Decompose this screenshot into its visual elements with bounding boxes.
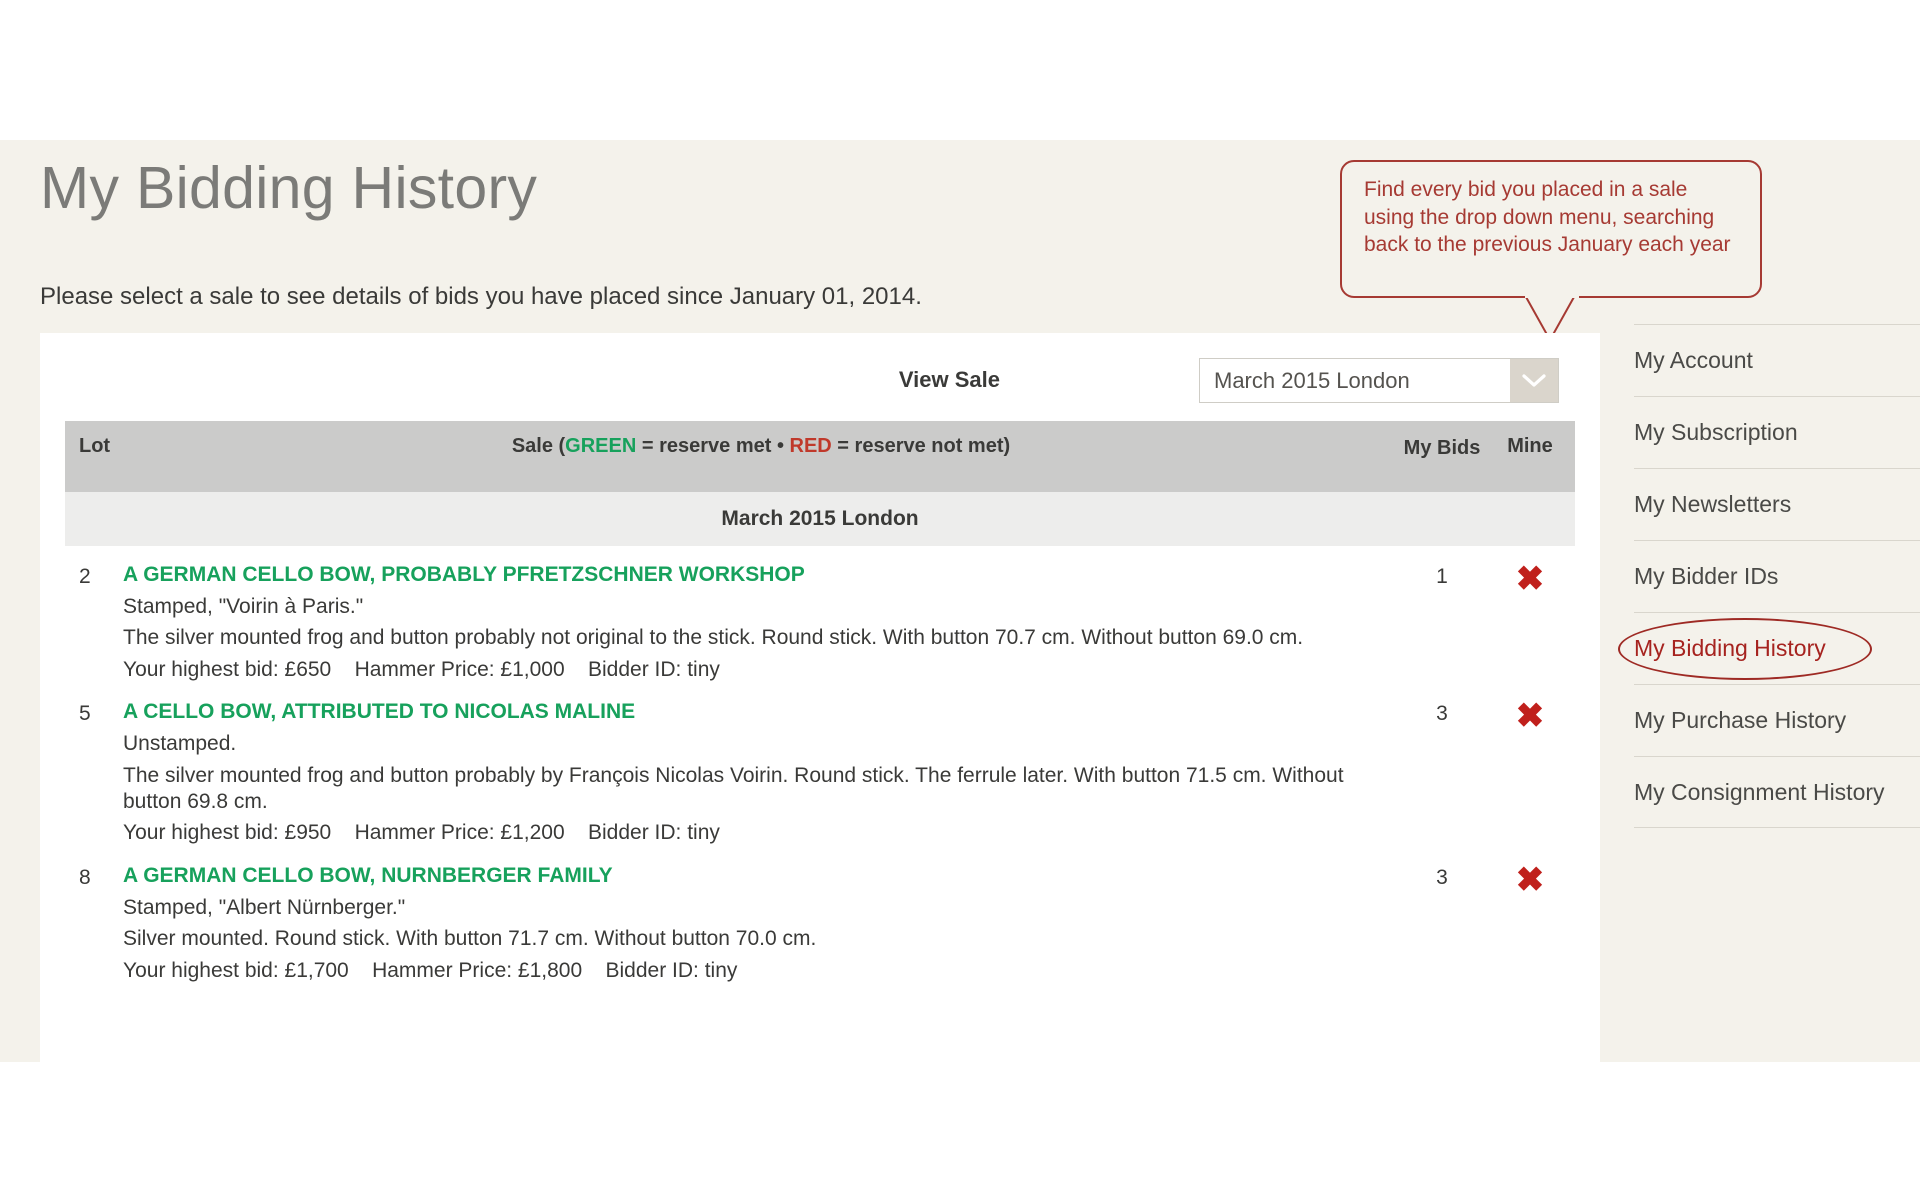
sidebar-item-label: My Bidding History (1634, 635, 1826, 661)
lot-stamp-text: Unstamped. (123, 732, 237, 756)
sidebar-item-my-newsletters[interactable]: My Newsletters (1634, 468, 1920, 540)
sale-header-mid: = reserve met • (636, 435, 790, 457)
lot-mine-cell: ✖ (1485, 699, 1575, 847)
lot-my-bids-count: 3 (1436, 865, 1448, 889)
x-mark-icon: ✖ (1515, 560, 1545, 598)
lot-mine-cell: ✖ (1485, 562, 1575, 683)
chevron-down-icon[interactable] (1510, 359, 1558, 402)
column-header-sale: Sale (GREEN = reserve met • RED = reserv… (123, 421, 1399, 492)
lot-bid-summary: Your highest bid: £1,700 Hammer Price: £… (123, 958, 738, 982)
sale-header-red-word: RED (789, 435, 832, 457)
sale-header-green-word: GREEN (565, 435, 637, 457)
sidebar-item-my-consignment-history[interactable]: My Consignment History (1634, 756, 1920, 828)
sidebar-item-my-subscription[interactable]: My Subscription (1634, 396, 1920, 468)
table-header-row: Lot Sale (GREEN = reserve met • RED = re… (65, 421, 1575, 492)
sale-header-suffix: = reserve not met) (831, 435, 1011, 457)
sidebar-item-my-bidding-history[interactable]: My Bidding History (1618, 612, 1920, 684)
sidebar-item-label: My Newsletters (1634, 491, 1792, 517)
sidebar-item-my-account[interactable]: My Account (1634, 324, 1920, 396)
lot-stamp-text: Stamped, "Albert Nürnberger." (123, 895, 406, 919)
view-sale-label: View Sale (898, 367, 1000, 392)
x-mark-icon: ✖ (1515, 697, 1545, 736)
lot-title-link[interactable]: A CELLO BOW, ATTRIBUTED TO NICOLAS MALIN… (123, 699, 1369, 726)
column-header-lot: Lot (79, 435, 111, 457)
lot-description-text: The silver mounted frog and button proba… (123, 626, 1304, 650)
lot-number: 8 (79, 865, 91, 889)
page-title: My Bidding History (40, 155, 538, 221)
lot-title-link[interactable]: A GERMAN CELLO BOW, NURNBERGER FAMILY (123, 863, 1369, 890)
lot-details: A CELLO BOW, ATTRIBUTED TO NICOLAS MALIN… (123, 699, 1399, 847)
lot-my-bids-count: 3 (1436, 702, 1448, 726)
view-sale-dropdown-value: March 2015 London (1214, 367, 1410, 393)
column-header-mine: Mine (1507, 435, 1553, 457)
sidebar-item-label: My Consignment History (1634, 778, 1885, 805)
sidebar-item-label: My Purchase History (1634, 707, 1847, 733)
sidebar-item-my-bidder-ids[interactable]: My Bidder IDs (1634, 540, 1920, 612)
sidebar-item-my-purchase-history[interactable]: My Purchase History (1634, 684, 1920, 756)
intro-instruction-text: Please select a sale to see details of b… (40, 283, 922, 310)
table-row: 8 A GERMAN CELLO BOW, NURNBERGER FAMILY St… (65, 846, 1575, 985)
lot-my-bids-count: 1 (1436, 565, 1448, 588)
annotation-callout: Find every bid you placed in a sale usin… (1340, 160, 1762, 298)
chevron-down-glyph (1522, 373, 1546, 387)
lot-description-text: The silver mounted frog and button proba… (123, 763, 1344, 814)
column-header-my-bids: My Bids (1403, 437, 1481, 459)
table-row: 2 A GERMAN CELLO BOW, PROBABLY PFRETZSCHN… (65, 546, 1575, 684)
annotation-callout-text: Find every bid you placed in a sale usin… (1364, 178, 1731, 257)
lot-bid-summary: Your highest bid: £650 Hammer Price: £1,… (123, 657, 720, 681)
table-row: 5 A CELLO BOW, ATTRIBUTED TO NICOLAS MALI… (65, 683, 1575, 847)
lot-stamp-text: Stamped, "Voirin à Paris." (123, 594, 364, 618)
sale-header-prefix: Sale ( (511, 435, 566, 457)
main-content-card: View Sale March 2015 London Lot Sale (GR… (40, 333, 1600, 1062)
account-sidebar-nav: My Account My Subscription My Newsletters M… (1618, 324, 1920, 828)
sidebar-item-label: My Subscription (1634, 419, 1798, 445)
lot-bid-summary: Your highest bid: £950 Hammer Price: £1,… (123, 821, 720, 845)
lot-details: A GERMAN CELLO BOW, PROBABLY PFRETZSCHNE… (123, 562, 1399, 683)
bidding-history-table: Lot Sale (GREEN = reserve met • RED = re… (65, 421, 1575, 985)
lot-title-link[interactable]: A GERMAN CELLO BOW, PROBABLY PFRETZSCHNE… (123, 562, 1369, 589)
lot-mine-cell: ✖ (1485, 863, 1575, 984)
lot-number: 5 (79, 702, 91, 726)
lot-details: A GERMAN CELLO BOW, NURNBERGER FAMILY Sta… (123, 863, 1399, 984)
sale-selector-row: View Sale March 2015 London (40, 333, 1600, 423)
bidding-history-page: My Bidding History Please select a sale … (0, 0, 1920, 1200)
view-sale-dropdown[interactable]: March 2015 London (1199, 358, 1559, 403)
sidebar-item-label: My Bidder IDs (1634, 563, 1779, 589)
lot-description-text: Silver mounted. Round stick. With button… (123, 927, 817, 951)
sale-group-header-row: March 2015 London (65, 492, 1575, 546)
sidebar-item-label: My Account (1634, 347, 1753, 373)
lot-number: 2 (79, 565, 91, 588)
lot-rows-container: 2 A GERMAN CELLO BOW, PROBABLY PFRETZSCHN… (65, 546, 1575, 985)
x-mark-icon: ✖ (1515, 860, 1545, 899)
